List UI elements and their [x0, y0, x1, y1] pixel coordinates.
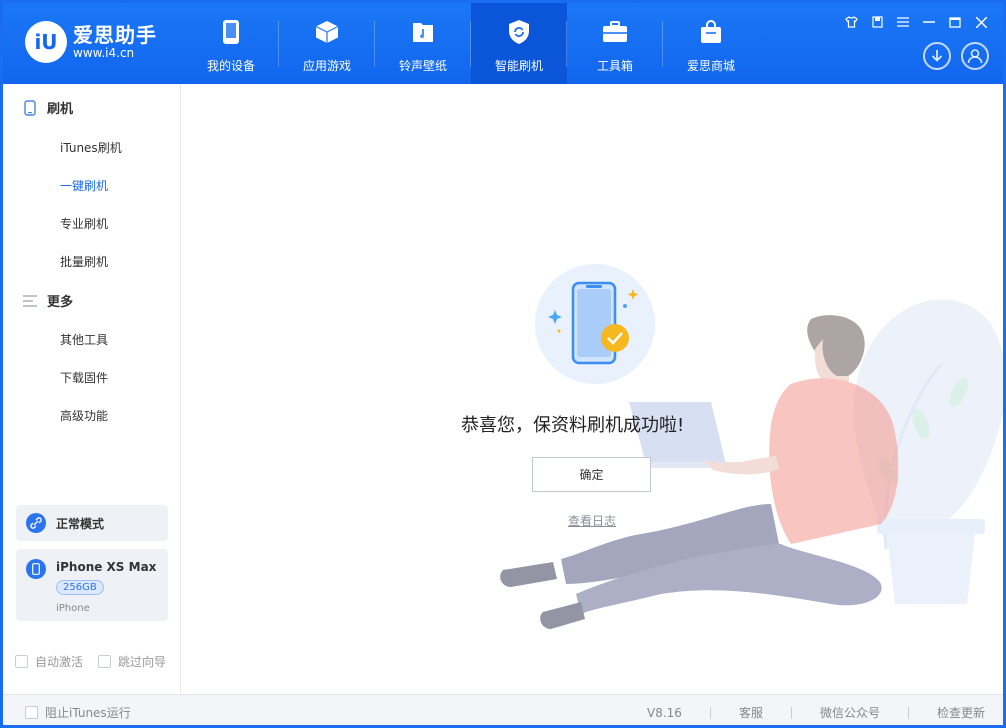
user-icon[interactable]	[961, 42, 989, 70]
auto-activate-option[interactable]: 自动激活	[15, 653, 83, 670]
block-itunes-label: 阻止iTunes运行	[45, 706, 131, 720]
sidebar-section-flash[interactable]: 刷机	[21, 98, 73, 117]
success-illustration	[500, 264, 1003, 629]
status-bar: 阻止iTunes运行 V8.16 客服 微信公众号 检查更新	[3, 694, 1003, 725]
sidebar-item-download-firmware[interactable]: 下载固件	[60, 369, 108, 386]
nav-apps-games[interactable]: 应用游戏	[279, 3, 375, 84]
support-link[interactable]: 客服	[739, 704, 763, 721]
confirm-button[interactable]: 确定	[532, 457, 651, 492]
shopping-bag-icon	[698, 19, 724, 45]
device-phone-icon	[26, 559, 46, 579]
nav-ringtones-wallpapers[interactable]: 铃声壁纸	[375, 3, 471, 84]
skip-guide-checkbox[interactable]	[98, 655, 111, 668]
logo-mark: iU	[25, 21, 67, 63]
block-itunes-option[interactable]: 阻止iTunes运行	[25, 704, 131, 721]
sidebar-item-batch-flash[interactable]: 批量刷机	[60, 253, 108, 270]
section-label: 更多	[47, 295, 74, 310]
sidebar-section-more[interactable]: 更多	[21, 291, 73, 310]
device-card: iPhone XS Max 256GB iPhone	[16, 549, 168, 621]
header-actions	[923, 42, 989, 70]
status-links: V8.16 客服 微信公众号 检查更新	[647, 704, 985, 721]
version-label: V8.16	[647, 705, 682, 720]
logo-name: 爱思助手	[73, 23, 157, 47]
nav-label: 铃声壁纸	[398, 59, 447, 73]
device-capacity-badge: 256GB	[56, 580, 104, 595]
app-logo: iU 爱思助手 www.i4.cn	[25, 21, 157, 63]
check-update-link[interactable]: 检查更新	[937, 704, 985, 721]
nav-label: 应用游戏	[302, 59, 351, 73]
main-panel: 恭喜您，保资料刷机成功啦! 确定 查看日志	[181, 84, 1003, 694]
nav-label: 我的设备	[206, 59, 255, 73]
sidebar-item-pro-flash[interactable]: 专业刷机	[60, 215, 108, 232]
block-itunes-checkbox[interactable]	[25, 706, 38, 719]
refresh-shield-icon	[506, 19, 532, 45]
device-type: iPhone	[56, 603, 90, 614]
device-name: iPhone XS Max	[56, 560, 157, 574]
link-icon	[26, 513, 46, 533]
sidebar-item-other-tools[interactable]: 其他工具	[60, 331, 108, 348]
nav-toolbox[interactable]: 工具箱	[567, 3, 663, 84]
music-folder-icon	[410, 19, 436, 45]
wechat-link[interactable]: 微信公众号	[820, 704, 880, 721]
phone-success-graphic	[535, 264, 655, 384]
success-message: 恭喜您，保资料刷机成功啦!	[461, 415, 685, 436]
sidebar-item-advanced[interactable]: 高级功能	[60, 407, 108, 424]
auto-activate-label: 自动激活	[35, 655, 84, 669]
window-controls	[841, 13, 991, 31]
close-icon[interactable]	[971, 13, 991, 31]
top-bar: iU 爱思助手 www.i4.cn 我的设备 应用游戏 铃声壁纸 智能刷机 工具…	[3, 3, 1003, 84]
mode-card: 正常模式	[16, 505, 168, 541]
sidebar: 刷机 iTunes刷机 一键刷机 专业刷机 批量刷机 更多 其他工具 下载固件 …	[3, 84, 181, 694]
maximize-icon[interactable]	[945, 13, 965, 31]
phone-icon	[218, 19, 244, 45]
skin-icon[interactable]	[841, 13, 861, 31]
cube-icon	[314, 19, 340, 45]
nav-label: 智能刷机	[494, 59, 543, 73]
skip-guide-label: 跳过向导	[118, 655, 167, 669]
nav-label: 工具箱	[596, 59, 633, 73]
feedback-icon[interactable]	[867, 13, 887, 31]
nav-smart-flash[interactable]: 智能刷机	[471, 3, 567, 84]
sidebar-item-one-click-flash[interactable]: 一键刷机	[60, 177, 108, 194]
section-label: 刷机	[47, 102, 74, 117]
sidebar-item-itunes-flash[interactable]: iTunes刷机	[60, 139, 122, 156]
mode-label: 正常模式	[56, 516, 105, 531]
logo-url: www.i4.cn	[73, 46, 135, 60]
nav-my-device[interactable]: 我的设备	[183, 3, 279, 84]
phone-outline-icon	[21, 99, 39, 117]
auto-activate-checkbox[interactable]	[15, 655, 28, 668]
main-nav: 我的设备 应用游戏 铃声壁纸 智能刷机 工具箱 爱思商城	[183, 3, 759, 84]
nav-label: 爱思商城	[686, 59, 735, 73]
toolbox-icon	[602, 19, 628, 45]
minimize-icon[interactable]	[919, 13, 939, 31]
menu-icon[interactable]	[893, 13, 913, 31]
view-log-link[interactable]: 查看日志	[568, 512, 616, 529]
nav-i4-store[interactable]: 爱思商城	[663, 3, 759, 84]
skip-guide-option[interactable]: 跳过向导	[98, 653, 166, 670]
list-icon	[21, 292, 39, 310]
app-window: iU 爱思助手 www.i4.cn 我的设备 应用游戏 铃声壁纸 智能刷机 工具…	[0, 0, 1006, 728]
download-icon[interactable]	[923, 42, 951, 70]
